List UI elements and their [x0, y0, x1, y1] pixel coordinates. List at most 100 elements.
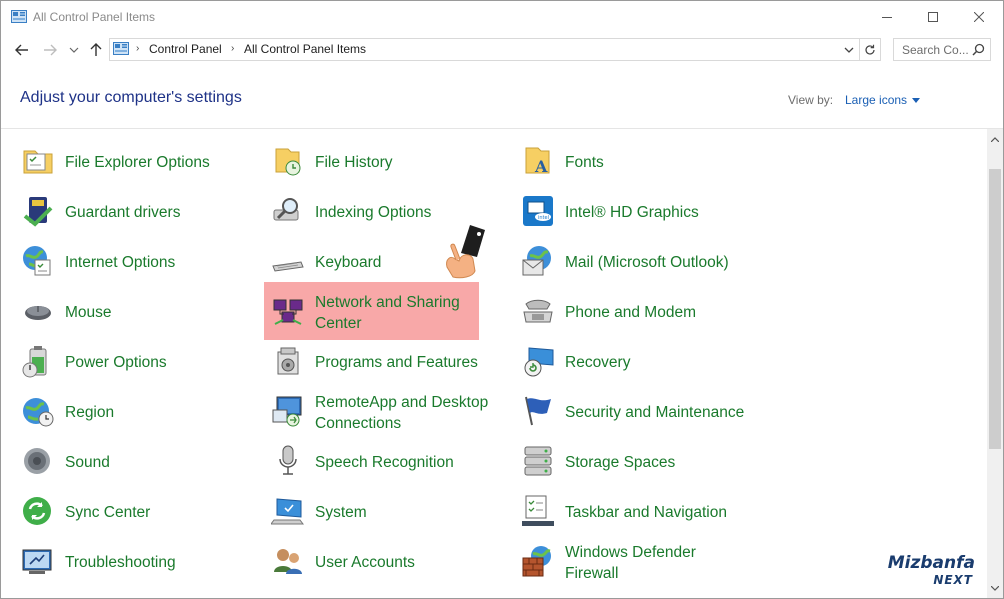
item-label: Storage Spaces: [565, 453, 676, 471]
breadcrumb-control-panel[interactable]: Control Panel: [149, 42, 222, 56]
vertical-scrollbar[interactable]: [987, 129, 1003, 598]
breadcrumb-separator-icon[interactable]: ›: [136, 43, 139, 54]
view-by-dropdown[interactable]: Large icons: [845, 93, 921, 107]
chevron-down-icon: [844, 47, 854, 53]
firewall-icon: [522, 546, 551, 577]
item-fonts[interactable]: A Fonts: [521, 144, 761, 180]
item-label: Power Options: [65, 353, 167, 371]
close-icon: [974, 12, 984, 22]
item-label: User Accounts: [315, 553, 415, 571]
item-internet-options[interactable]: Internet Options: [21, 244, 241, 280]
item-intel-hd-graphics[interactable]: intel Intel® HD Graphics: [521, 194, 761, 230]
region-icon: [23, 398, 54, 427]
item-label: Taskbar and Navigation: [565, 503, 727, 521]
maximize-icon: [928, 12, 938, 22]
item-storage-spaces[interactable]: Storage Spaces: [521, 444, 761, 480]
item-user-accounts[interactable]: User Accounts: [271, 544, 491, 580]
item-programs-and-features[interactable]: Programs and Features: [271, 344, 491, 380]
item-label: Keyboard: [315, 253, 382, 271]
item-label: System: [315, 503, 367, 521]
item-region[interactable]: Region: [21, 394, 241, 430]
remoteapp-icon: [272, 396, 302, 427]
indexing-icon: [273, 198, 299, 221]
refresh-button[interactable]: [859, 39, 880, 60]
up-button[interactable]: [87, 41, 105, 59]
page-title: Adjust your computer's settings: [20, 89, 242, 106]
item-label: Recovery: [565, 353, 631, 371]
flag-icon: [525, 396, 551, 426]
internet-options-icon: [23, 246, 51, 276]
view-by-value[interactable]: Large icons: [845, 93, 907, 107]
item-label: Programs and Features: [315, 353, 478, 371]
item-label: Network and Sharing Center: [315, 294, 460, 332]
network-icon: [273, 299, 303, 325]
item-label: Security and Maintenance: [565, 403, 745, 421]
search-icon[interactable]: [972, 43, 985, 56]
watermark-tag: NEXT: [933, 573, 973, 587]
chevron-up-icon: [991, 136, 999, 142]
close-button[interactable]: [956, 1, 1002, 33]
chevron-down-icon: [991, 585, 999, 591]
scroll-up-button[interactable]: [987, 131, 1003, 147]
fonts-icon: A: [525, 147, 550, 176]
item-mouse[interactable]: Mouse: [21, 294, 241, 330]
control-panel-icon: [113, 42, 129, 55]
item-taskbar-and-navigation[interactable]: Taskbar and Navigation: [521, 494, 761, 530]
item-security-and-maintenance[interactable]: Security and Maintenance: [521, 394, 761, 430]
item-troubleshooting[interactable]: Troubleshooting: [21, 544, 241, 580]
minimize-icon: [882, 17, 892, 18]
pointer-hand-icon: [446, 225, 485, 279]
item-label: Region: [65, 403, 115, 421]
back-button[interactable]: [13, 41, 31, 59]
item-guardant-drivers[interactable]: Guardant drivers: [21, 194, 241, 230]
scroll-down-button[interactable]: [987, 580, 1003, 596]
breadcrumb-all-items[interactable]: All Control Panel Items: [244, 42, 366, 56]
scroll-thumb[interactable]: [989, 169, 1001, 449]
address-dropdown-button[interactable]: [840, 39, 858, 60]
maximize-button[interactable]: [910, 1, 956, 33]
item-remoteapp-and-desktop-connections[interactable]: RemoteApp and Desktop Connections: [271, 394, 491, 432]
mouse-icon: [25, 306, 51, 320]
watermark-name: Mizbanfa: [887, 553, 975, 573]
item-power-options[interactable]: Power Options: [21, 344, 241, 380]
item-windows-defender-firewall[interactable]: Windows Defender Firewall: [521, 544, 761, 582]
item-network-and-sharing-center[interactable]: Network and Sharing Center: [271, 294, 491, 332]
programs-icon: [277, 347, 299, 375]
control-panel-window: All Control Panel Items › Control Panel …: [0, 0, 1004, 599]
item-sound[interactable]: Sound: [21, 444, 241, 480]
item-label: Phone and Modem: [565, 303, 696, 321]
item-label: Intel® HD Graphics: [565, 203, 699, 221]
microphone-icon: [279, 445, 297, 475]
sound-icon: [24, 448, 50, 474]
search-input[interactable]: [894, 39, 974, 60]
item-label: Sound: [65, 453, 110, 471]
item-label: Sync Center: [65, 503, 151, 521]
item-phone-and-modem[interactable]: Phone and Modem: [521, 294, 761, 330]
item-label: File Explorer Options: [65, 153, 210, 171]
item-system[interactable]: System: [271, 494, 491, 530]
recent-locations-button[interactable]: [65, 41, 83, 59]
forward-button[interactable]: [41, 41, 59, 59]
taskbar-icon: [522, 495, 554, 526]
breadcrumb-separator-icon[interactable]: ›: [231, 43, 234, 54]
troubleshooting-icon: [22, 549, 52, 574]
navigation-bar: › Control Panel › All Control Panel Item…: [1, 33, 1003, 67]
title-bar: All Control Panel Items: [1, 1, 1003, 33]
mail-icon: [522, 246, 551, 276]
search-box[interactable]: [893, 38, 991, 61]
item-sync-center[interactable]: Sync Center: [21, 494, 241, 530]
item-recovery[interactable]: Recovery: [521, 344, 761, 380]
arrow-right-icon: [44, 44, 57, 56]
refresh-icon: [865, 44, 875, 55]
caret-down-icon: [912, 97, 921, 103]
item-label: Internet Options: [65, 253, 176, 271]
address-bar[interactable]: › Control Panel › All Control Panel Item…: [109, 38, 881, 61]
item-file-explorer-options[interactable]: File Explorer Options: [21, 144, 241, 180]
item-speech-recognition[interactable]: Speech Recognition: [271, 444, 491, 480]
guardant-icon: [23, 197, 53, 227]
arrow-up-icon: [90, 43, 102, 56]
item-file-history[interactable]: File History: [271, 144, 491, 180]
recovery-icon: [524, 347, 554, 377]
minimize-button[interactable]: [864, 1, 910, 33]
item-mail-microsoft-outlook[interactable]: Mail (Microsoft Outlook): [521, 244, 761, 280]
